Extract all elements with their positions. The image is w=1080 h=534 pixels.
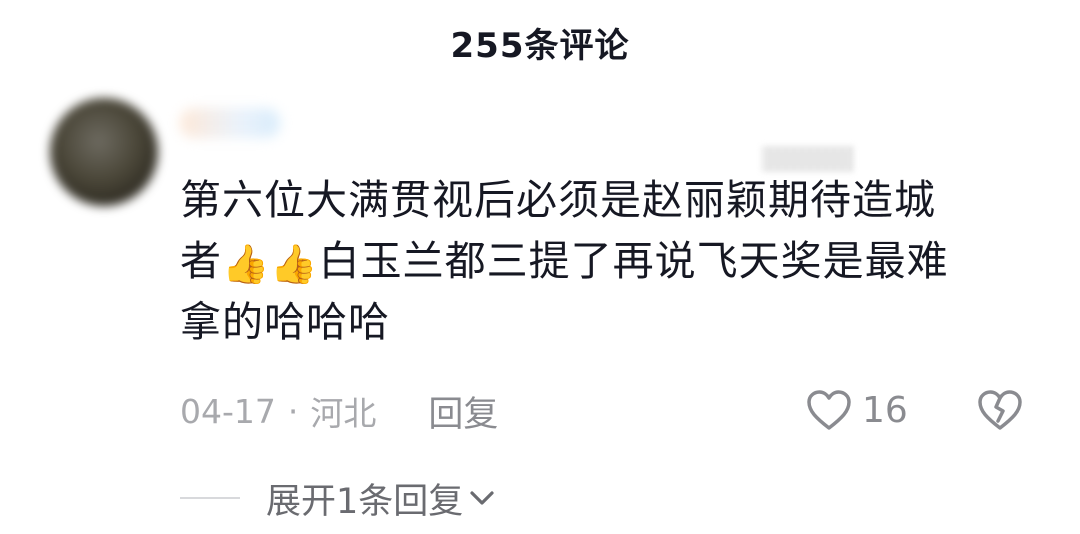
thumbs-up-emoji-icon: 👍 — [222, 242, 271, 286]
reply-button[interactable]: 回复 — [428, 386, 498, 437]
comment-line-3: 拿的哈哈哈 — [180, 298, 390, 346]
divider — [180, 497, 240, 499]
avatar[interactable] — [50, 98, 158, 206]
heart-outline-icon — [807, 390, 851, 430]
comment-date: 04-17 — [180, 391, 276, 431]
comment-line-2-suffix: 白玉兰都三提了再说飞天奖是最难 — [318, 237, 949, 285]
chevron-down-icon — [470, 491, 494, 505]
like-count: 16 — [862, 389, 908, 431]
comments-panel: 255条评论 第六位大满贯视后必须是赵丽颖期待造城 者👍👍白玉兰都三提了再说飞天… — [0, 0, 1080, 534]
like-button[interactable]: 16 — [806, 386, 908, 434]
comment-meta: 04-17 · 河北 回复 — [180, 386, 498, 437]
username-blurred[interactable] — [180, 108, 280, 138]
comment-text: 第六位大满贯视后必须是赵丽颖期待造城 者👍👍白玉兰都三提了再说飞天奖是最难 拿的… — [180, 170, 1030, 353]
expand-replies-label: 展开1条回复 — [266, 481, 464, 522]
comments-count-title: 255条评论 — [450, 26, 630, 66]
comment-line-1: 第六位大满贯视后必须是赵丽颖期待造城 — [180, 176, 936, 224]
meta-separator: · — [287, 391, 299, 431]
broken-heart-icon[interactable] — [976, 387, 1024, 433]
comment-line-2-prefix: 者 — [180, 237, 222, 285]
comment-location: 河北 — [310, 394, 377, 433]
expand-replies-button[interactable]: 展开1条回复 — [180, 474, 495, 522]
thumbs-up-emoji-icon: 👍 — [270, 242, 319, 286]
blurred-overlay — [762, 146, 854, 172]
